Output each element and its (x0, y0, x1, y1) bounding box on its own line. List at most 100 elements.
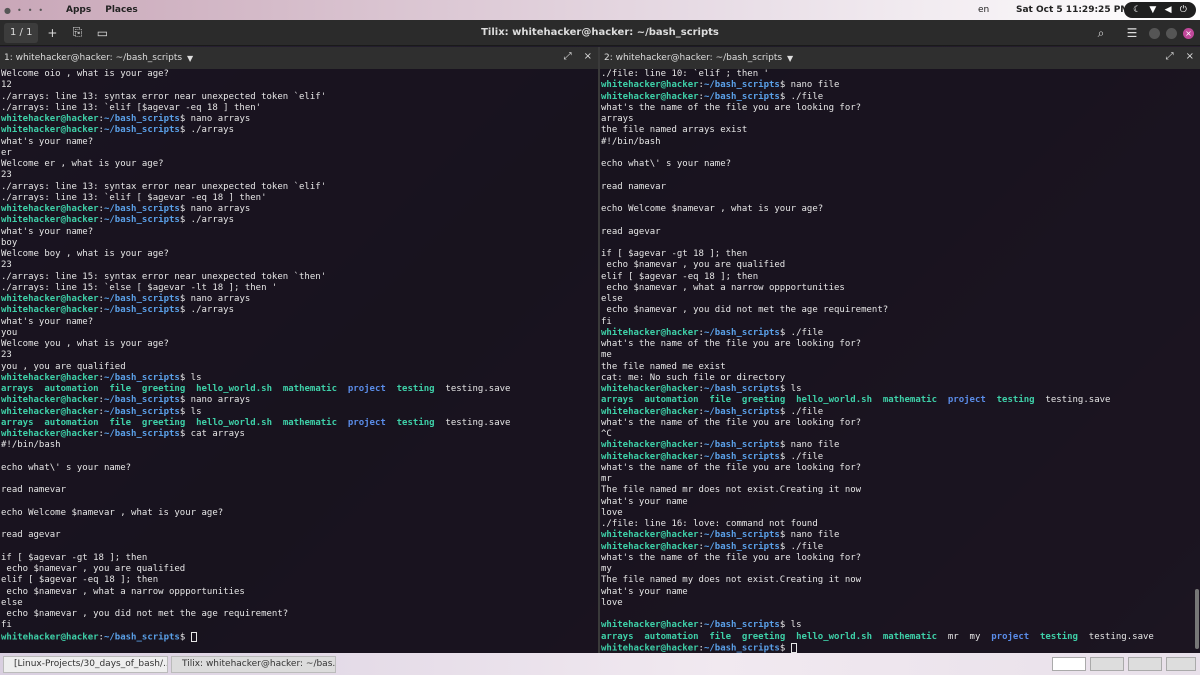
ls-entry: mathematic (282, 384, 338, 394)
prompt-path: ~/bash_scripts (103, 294, 180, 304)
ls-entry: hello_world.sh (196, 417, 272, 428)
prompt-user: whitehacker@hacker (601, 620, 699, 631)
ls-entry: automation (644, 395, 699, 406)
prompt-path: ~/bash_scripts (703, 327, 780, 338)
terminal-title-bar[interactable]: 2: whitehacker@hacker: ~/bash_scripts ▼ … (600, 47, 1200, 69)
ls-output-line: arrays automation file greeting hello_wo… (1, 418, 597, 429)
ls-entry: greeting (741, 395, 786, 406)
prompt-dollar: $ (179, 305, 191, 316)
chevron-down-icon[interactable]: ▼ (187, 54, 193, 63)
terminal-pane-2[interactable]: 2: whitehacker@hacker: ~/bash_scripts ▼ … (600, 47, 1200, 653)
split-down-icon[interactable]: ▭ (91, 23, 113, 43)
task-tilix[interactable]: Tilix: whitehacker@hacker: ~/bas... (171, 655, 336, 673)
prompt-path: ~/bash_scripts (103, 395, 180, 406)
prompt-line: whitehacker@hacker:~/bash_scripts$ (1, 631, 597, 643)
output-line: what's the name of the file you are look… (601, 462, 862, 473)
output-line: fi (601, 316, 612, 327)
output-line: Welcome you , what is your age? (1, 339, 169, 349)
output-line: ./arrays: line 13: syntax error near une… (1, 91, 327, 102)
ls-entry: arrays (1, 384, 34, 394)
prompt-dollar: $ (779, 91, 791, 102)
prompt-dollar: $ (779, 80, 791, 91)
ls-entry: project (947, 395, 986, 406)
workspace-4[interactable] (1166, 657, 1196, 671)
terminal-output[interactable]: ./file: line 10: `elif ; then ' whitehack… (600, 69, 1200, 653)
workspace-dot[interactable]: • (38, 6, 43, 15)
output-line: you , you are qualified (1, 361, 126, 372)
prompt-dollar: $ (779, 620, 791, 631)
close-terminal-icon[interactable]: × (1186, 51, 1194, 62)
apps-menu[interactable]: Apps (66, 5, 91, 15)
keyboard-language[interactable]: en (978, 5, 989, 15)
maximize-terminal-icon[interactable]: ⤢ (564, 51, 572, 62)
split-right-icon[interactable]: ⎘ (66, 23, 88, 43)
ls-entry: testing (396, 384, 435, 394)
chevron-down-icon[interactable]: ▼ (787, 54, 793, 63)
prompt-user: whitehacker@hacker (1, 125, 99, 136)
add-session-icon[interactable]: + (41, 23, 63, 43)
prompt-path: ~/bash_scripts (103, 215, 180, 226)
scrollbar[interactable] (1193, 69, 1199, 653)
workspace-dot[interactable]: ● (4, 6, 11, 15)
session-switcher-button[interactable]: 1 / 1 (4, 22, 39, 43)
prompt-dollar: $ (779, 643, 791, 653)
ls-entry: hello_world.sh (796, 395, 872, 406)
output-line: echo $namevar , you did not met the age … (601, 305, 889, 316)
workspace-dot[interactable]: • (17, 6, 22, 15)
task-chrome[interactable]: [Linux-Projects/30_days_of_bash/... (3, 655, 168, 673)
places-menu[interactable]: Places (105, 5, 138, 15)
maximize-button[interactable] (1166, 27, 1177, 39)
prompt-line: whitehacker@hacker:~/bash_scripts$ nano … (1, 114, 597, 125)
ls-entry: testing.save (1088, 631, 1154, 642)
search-icon[interactable]: ⌕ (1090, 23, 1112, 43)
prompt-user: whitehacker@hacker (1, 114, 99, 124)
output-line: boy (1, 237, 18, 248)
output-line: #!/bin/bash (1, 440, 61, 451)
output-line: ./arrays: line 13: `elif [$agevar -eq 18… (1, 102, 262, 113)
workspace-dots[interactable]: ● • • • (4, 6, 56, 15)
close-icon[interactable]: × (1183, 27, 1194, 39)
prompt-path: ~/bash_scripts (703, 541, 780, 552)
prompt-dollar: $ (179, 406, 191, 417)
clock[interactable]: Sat Oct 5 11:29:25 PM (1016, 5, 1129, 15)
output-line: Welcome boy , what is your age? (1, 249, 169, 259)
terminal-cursor[interactable] (190, 631, 197, 642)
workspace-dot[interactable]: • (28, 6, 33, 15)
output-line: #!/bin/bash (601, 136, 661, 147)
terminal-pane-1[interactable]: 1: whitehacker@hacker: ~/bash_scripts ▼ … (0, 47, 598, 653)
minimize-button[interactable] (1149, 27, 1160, 39)
workspace-2[interactable] (1090, 657, 1124, 671)
prompt-line: whitehacker@hacker:~/bash_scripts$ nano … (601, 440, 1199, 451)
output-line: what's your name? (1, 316, 94, 327)
ls-entry: automation (644, 631, 699, 642)
scrollbar-thumb[interactable] (1195, 589, 1199, 649)
ls-entry: project (347, 417, 386, 428)
prompt-path: ~/bash_scripts (703, 451, 780, 462)
output-line: if [ $agevar -gt 18 ]; then (1, 552, 148, 563)
output-line: me (601, 350, 612, 361)
ls-entry: file (109, 384, 132, 394)
ls-entry: arrays (601, 395, 634, 406)
prompt-dollar: $ (779, 406, 791, 417)
terminal-output[interactable]: Welcome oio , what is your age? 12 ./array… (0, 69, 598, 643)
maximize-terminal-icon[interactable]: ⤢ (1166, 51, 1174, 62)
prompt-user: whitehacker@hacker (1, 632, 99, 642)
command-text: ./file (790, 91, 824, 102)
ls-entry: mathematic (882, 631, 938, 642)
output-line: 23 (1, 170, 12, 181)
prompt-dollar: $ (779, 541, 791, 552)
output-line: echo Welcome $namevar , what is your age… (601, 204, 824, 214)
terminal-cursor[interactable] (790, 642, 797, 653)
output-line: read agevar (601, 226, 661, 237)
output-line: er (1, 147, 12, 158)
workspace-1[interactable] (1052, 657, 1086, 671)
task-label: [Linux-Projects/30_days_of_bash/... (14, 659, 168, 669)
close-terminal-icon[interactable]: × (584, 51, 592, 62)
terminal-title-bar[interactable]: 1: whitehacker@hacker: ~/bash_scripts ▼ … (0, 47, 598, 69)
prompt-line: whitehacker@hacker:~/bash_scripts$ (601, 642, 1199, 653)
workspace-3[interactable] (1128, 657, 1162, 671)
hamburger-menu-icon[interactable]: ☰ (1121, 23, 1143, 43)
system-tray[interactable]: ☾ ▼ ◀ ⏻ (1124, 2, 1196, 18)
